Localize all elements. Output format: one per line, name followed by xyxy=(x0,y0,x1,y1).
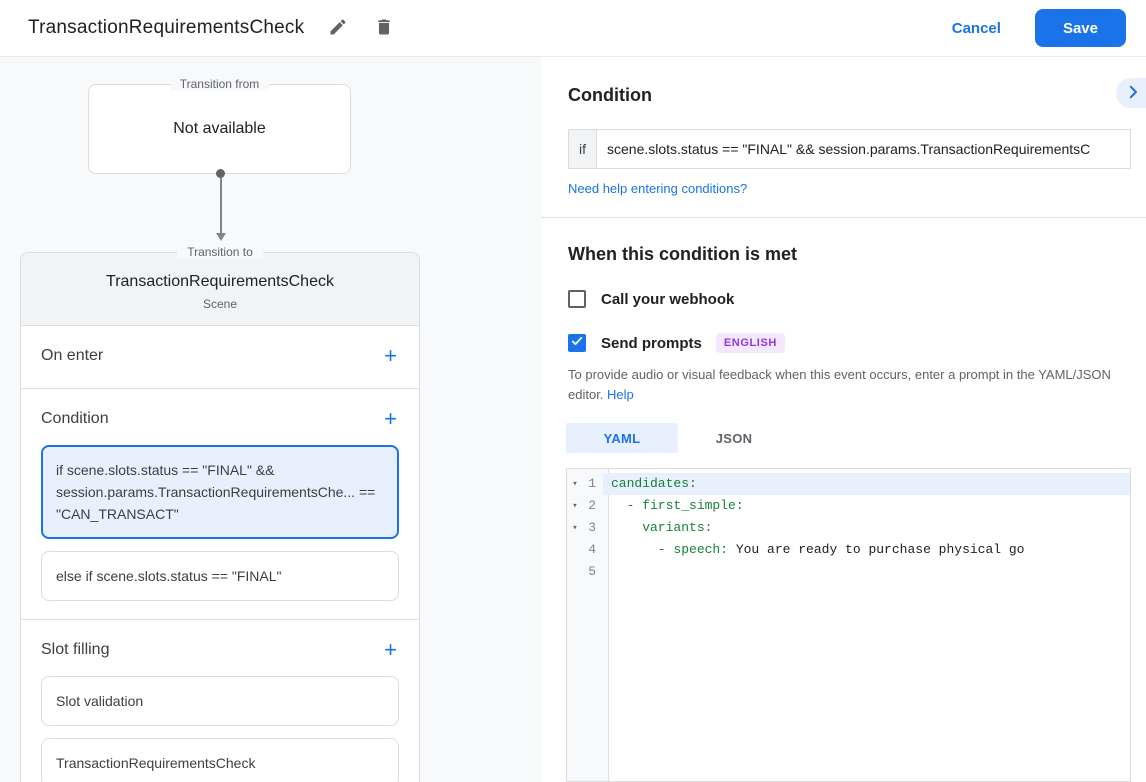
fold-toggle-icon[interactable]: ▾ xyxy=(567,495,583,517)
transition-from-box: Transition from Not available xyxy=(88,77,351,174)
fold-toggle-icon xyxy=(567,539,583,561)
yaml-code-editor[interactable]: ▾ 1 candidates: ▾ 2 - first_simple: ▾ 3 varian… xyxy=(566,468,1131,782)
code-text: - speech: You are ready to purchase phys… xyxy=(611,542,1025,557)
conditions-help-link[interactable]: Need help entering conditions? xyxy=(568,181,1146,196)
slot-item-validation[interactable]: Slot validation xyxy=(41,676,399,726)
condition-expression-input[interactable] xyxy=(596,129,1131,169)
scene-diagram-panel: Transition from Not available Transition… xyxy=(0,57,541,782)
add-condition-button[interactable]: + xyxy=(382,408,399,430)
code-text: variants: xyxy=(611,520,713,535)
code-text: candidates: xyxy=(603,473,1130,495)
checkmark-icon xyxy=(570,334,584,353)
code-line[interactable]: ▾ 2 - first_simple: xyxy=(567,495,1130,517)
condition-section: Condition + if scene.slots.status == "FI… xyxy=(21,389,419,620)
line-number: 3 xyxy=(588,520,596,535)
arrow-origin-dot xyxy=(216,169,225,178)
slot-filling-section: Slot filling + Slot validation Transacti… xyxy=(21,620,419,782)
condition-expression-row: if xyxy=(568,129,1131,169)
slot-item-transaction-requirements[interactable]: TransactionRequirementsCheck xyxy=(41,738,399,782)
add-on-enter-button[interactable]: + xyxy=(382,345,399,367)
call-webhook-label: Call your webhook xyxy=(601,290,735,308)
delete-button[interactable] xyxy=(372,16,396,40)
app-header: TransactionRequirementsCheck Cancel Save xyxy=(0,0,1146,57)
code-text: - first_simple: xyxy=(611,498,744,513)
on-enter-section: On enter + xyxy=(21,326,419,389)
line-number: 2 xyxy=(588,498,596,513)
add-slot-button[interactable]: + xyxy=(382,639,399,661)
panel-title: Condition xyxy=(568,85,652,105)
transition-from-value: Not available xyxy=(173,120,266,137)
transition-to-label: Transition to xyxy=(177,245,263,259)
transition-from-label: Transition from xyxy=(169,77,270,91)
condition-item[interactable]: else if scene.slots.status == "FINAL" xyxy=(41,551,399,601)
scene-card-header[interactable]: TransactionRequirementsCheck Scene xyxy=(21,253,419,326)
scene-name: TransactionRequirementsCheck xyxy=(106,273,334,290)
code-lines: ▾ 1 candidates: ▾ 2 - first_simple: ▾ 3 varian… xyxy=(567,473,1130,583)
condition-detail-panel: Condition if Need help entering conditio… xyxy=(541,57,1146,782)
send-prompts-option-row: Send prompts ENGLISH xyxy=(568,333,1146,353)
send-prompts-checkbox[interactable] xyxy=(568,334,586,352)
pencil-icon xyxy=(328,17,348,40)
send-prompts-label: Send prompts xyxy=(601,334,702,352)
if-label: if xyxy=(568,129,596,169)
line-number: 1 xyxy=(588,476,596,491)
condition-label: Condition xyxy=(41,410,109,427)
transition-to-card: Transition to TransactionRequirementsChe… xyxy=(20,245,420,782)
tab-yaml[interactable]: YAML xyxy=(566,423,678,453)
language-badge: ENGLISH xyxy=(715,333,785,353)
prompt-helper-text: To provide audio or visual feedback when… xyxy=(568,365,1133,405)
scene-type-label: Scene xyxy=(202,297,238,311)
code-line[interactable]: 4 - speech: You are ready to purchase ph… xyxy=(567,539,1130,561)
call-webhook-checkbox[interactable] xyxy=(568,290,586,308)
arrow-head-icon xyxy=(215,233,226,241)
fold-toggle-icon[interactable]: ▾ xyxy=(567,473,583,495)
save-button[interactable]: Save xyxy=(1034,9,1126,47)
collapse-panel-button[interactable] xyxy=(1116,78,1146,108)
panel-divider xyxy=(541,217,1146,218)
code-line[interactable]: 5 xyxy=(567,561,1130,583)
page-title: TransactionRequirementsCheck xyxy=(28,17,305,38)
cancel-button[interactable]: Cancel xyxy=(936,12,1017,45)
slot-filling-label: Slot filling xyxy=(41,641,110,658)
arrow-line xyxy=(219,178,222,233)
editor-format-tabs: YAML JSON xyxy=(566,423,1146,453)
when-condition-met-title: When this condition is met xyxy=(568,244,797,264)
condition-item-selected[interactable]: if scene.slots.status == "FINAL" && sess… xyxy=(41,445,399,539)
fold-toggle-icon[interactable]: ▾ xyxy=(567,517,583,539)
code-line[interactable]: ▾ 3 variants: xyxy=(567,517,1130,539)
code-line[interactable]: ▾ 1 candidates: xyxy=(567,473,1130,495)
transition-arrow xyxy=(215,169,226,241)
main-content: Transition from Not available Transition… xyxy=(0,57,1146,782)
webhook-option-row: Call your webhook xyxy=(568,290,1146,308)
line-number: 5 xyxy=(588,564,596,579)
helper-text-body: To provide audio or visual feedback when… xyxy=(568,367,1111,402)
help-link[interactable]: Help xyxy=(607,387,634,402)
fold-toggle-icon xyxy=(567,561,583,583)
on-enter-label: On enter xyxy=(41,347,104,364)
line-number: 4 xyxy=(588,542,596,557)
trash-icon xyxy=(374,17,394,40)
chevron-right-icon xyxy=(1124,83,1142,104)
edit-button[interactable] xyxy=(326,16,350,40)
tab-json[interactable]: JSON xyxy=(678,423,790,453)
